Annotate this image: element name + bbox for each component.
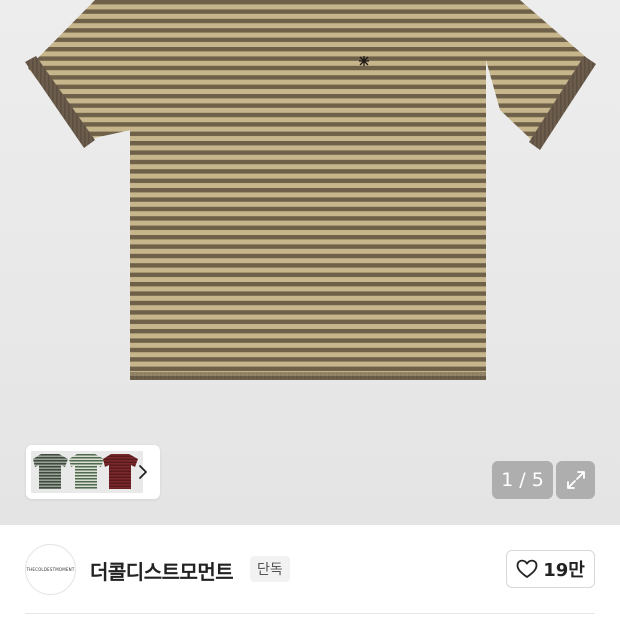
like-button[interactable]: 19만 [506, 550, 595, 588]
thumbnail-strip[interactable] [26, 445, 160, 499]
expand-icon [566, 471, 585, 489]
brand-avatar[interactable]: THECOLDESTMOMENT [25, 544, 76, 595]
product-image-gallery[interactable]: 1 / 5 [0, 0, 620, 525]
brand-row: THECOLDESTMOMENT 더콜디스트모먼트 단독 19만 [0, 525, 620, 615]
brand-name[interactable]: 더콜디스트모먼트 [90, 556, 234, 585]
brand-logo-text: THECOLDESTMOMENT [26, 567, 75, 572]
like-count: 19만 [543, 560, 585, 581]
heart-icon [516, 559, 538, 578]
color-thumbnails[interactable] [31, 451, 143, 493]
counter-current: 1 [501, 469, 514, 491]
divider [25, 613, 595, 614]
chevron-right-icon[interactable] [132, 458, 154, 486]
exclusive-badge: 단독 [250, 556, 290, 582]
counter-total: 5 [531, 469, 544, 491]
image-counter: 1 / 5 [492, 461, 553, 499]
fullscreen-button[interactable] [556, 461, 595, 499]
counter-separator: / [519, 469, 526, 491]
embroidery-logo [359, 56, 369, 66]
